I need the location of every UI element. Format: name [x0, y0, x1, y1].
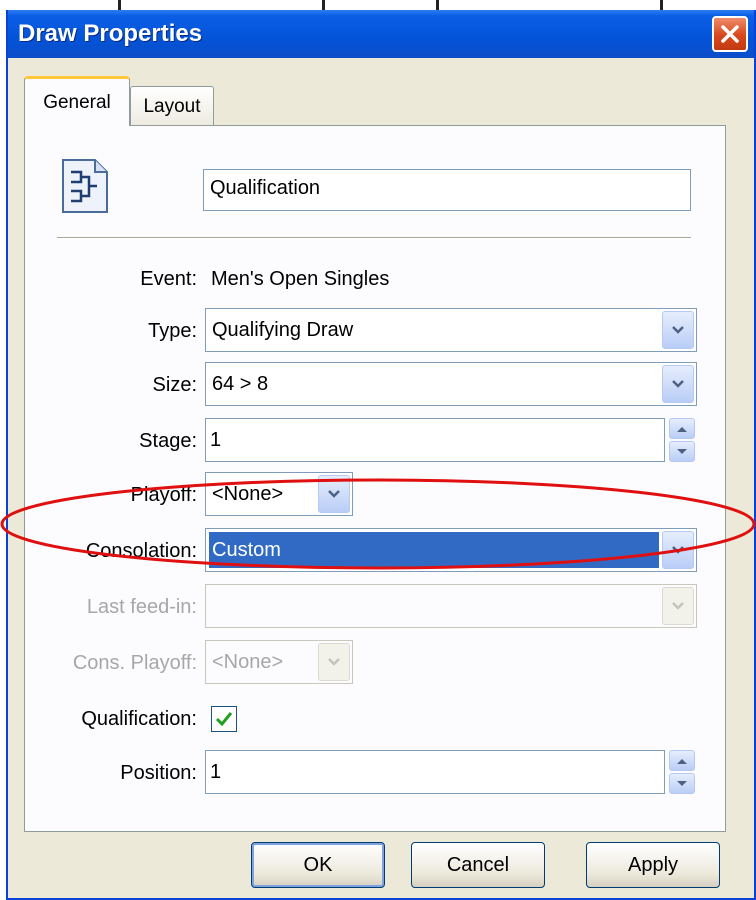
window-title: Draw Properties [18, 20, 203, 47]
chevron-down-icon [662, 587, 694, 625]
size-dropdown[interactable]: 64 > 8 [205, 362, 697, 406]
chevron-down-icon[interactable] [662, 531, 694, 569]
draw-properties-dialog: Draw Properties General Layout Qualifica… [6, 10, 756, 900]
last-feedin-dropdown [205, 584, 697, 628]
ok-button[interactable]: OK [251, 842, 385, 888]
stage-spinner[interactable] [669, 418, 695, 462]
chevron-down-icon[interactable] [318, 475, 350, 513]
cons-playoff-value: <None> [212, 651, 284, 673]
cancel-button[interactable]: Cancel [411, 842, 545, 888]
cancel-button-label: Cancel [446, 853, 510, 876]
event-label: Event: [140, 268, 197, 290]
general-tab-panel: Qualification Event: Men's Open Singles … [24, 125, 726, 832]
last-feedin-label: Last feed-in: [86, 596, 197, 618]
event-value: Men's Open Singles [211, 268, 390, 290]
size-label: Size: [152, 374, 197, 396]
close-icon [721, 25, 739, 43]
stage-label: Stage: [139, 430, 197, 452]
checkmark-icon [215, 712, 233, 727]
playoff-dropdown[interactable]: <None> [205, 472, 353, 516]
spin-up-icon[interactable] [669, 750, 695, 771]
chevron-down-icon[interactable] [662, 365, 694, 403]
position-value: 1 [210, 761, 222, 783]
draw-name-input[interactable]: Qualification [203, 169, 691, 211]
tab-general[interactable]: General [24, 76, 130, 126]
type-label: Type: [148, 320, 197, 342]
position-spinner[interactable] [669, 750, 695, 794]
size-value: 64 > 8 [212, 373, 269, 395]
draw-bracket-icon [62, 159, 108, 213]
background-window-strip [0, 0, 756, 10]
apply-button[interactable]: Apply [586, 842, 720, 888]
divider [57, 237, 691, 239]
tab-layout[interactable]: Layout [130, 86, 214, 126]
type-dropdown[interactable]: Qualifying Draw [205, 308, 697, 352]
draw-name-value: Qualification [210, 177, 321, 199]
chevron-down-icon[interactable] [662, 311, 694, 349]
apply-button-label: Apply [627, 853, 679, 876]
close-button[interactable] [712, 16, 748, 52]
qualification-label: Qualification: [81, 708, 197, 730]
cons-playoff-label: Cons. Playoff: [72, 652, 197, 674]
position-input[interactable]: 1 [205, 750, 665, 794]
cons-playoff-dropdown: <None> [205, 640, 353, 684]
tab-layout-label: Layout [143, 95, 201, 117]
stage-value: 1 [210, 429, 222, 451]
consolation-dropdown[interactable]: Custom [205, 528, 697, 572]
tab-general-label: General [43, 91, 111, 113]
playoff-value: <None> [212, 483, 284, 505]
qualification-checkbox[interactable] [211, 706, 237, 732]
spin-down-icon[interactable] [669, 773, 695, 794]
consolation-value: Custom [212, 539, 281, 561]
stage-input[interactable]: 1 [205, 418, 665, 462]
ok-button-label: OK [303, 853, 333, 876]
spin-up-icon[interactable] [669, 418, 695, 439]
type-value: Qualifying Draw [212, 319, 354, 341]
playoff-label: Playoff: [130, 484, 197, 506]
spin-down-icon[interactable] [669, 441, 695, 462]
position-label: Position: [120, 762, 197, 784]
consolation-label: Consolation: [85, 540, 197, 562]
chevron-down-icon [318, 643, 350, 681]
title-bar[interactable]: Draw Properties [8, 10, 754, 58]
